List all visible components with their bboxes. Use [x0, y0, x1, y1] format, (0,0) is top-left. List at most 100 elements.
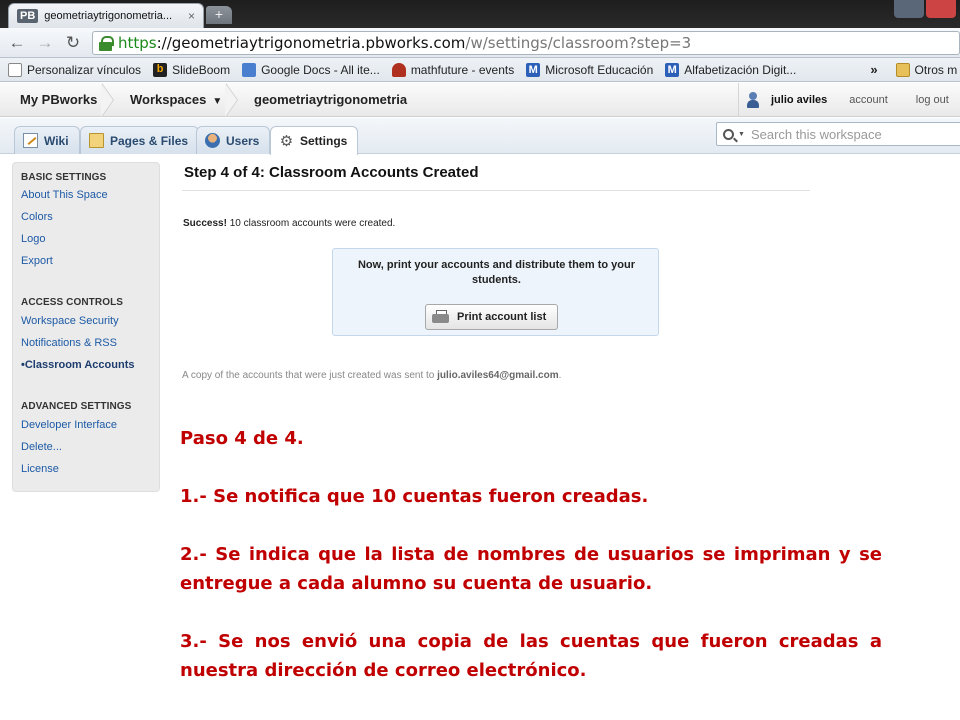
pbworks-favicon-icon: PB	[17, 9, 39, 23]
microsoft-icon: M	[526, 62, 541, 77]
settings-sidebar: BASIC SETTINGS About This Space Colors L…	[12, 162, 160, 492]
annotation-line-4: 3.- Se nos envió una copia de las cuenta…	[180, 631, 882, 681]
browser-navigation-bar: ← → ↻ https://geometriaytrigonometria.pb…	[0, 28, 960, 58]
close-window-button[interactable]	[926, 0, 956, 18]
browser-tab-strip: PB geometriaytrigonometria... × +	[0, 0, 960, 28]
url-path: /w/settings/classroom?step=3	[465, 34, 692, 52]
bookmark-label: Microsoft Educación	[545, 62, 654, 77]
sidebar-item-export[interactable]: Export	[21, 255, 53, 267]
username-link[interactable]: julio aviles	[771, 94, 827, 106]
sidebar-item-logo[interactable]: Logo	[21, 233, 45, 245]
bookmark-label: mathfuture - events	[410, 62, 515, 77]
copy-note-text: A copy of the accounts that were just cr…	[182, 370, 438, 381]
bookmark-label: Personalizar vínculos	[27, 62, 142, 77]
slideboom-icon: b	[153, 62, 168, 77]
sidebar-item-label: Classroom Accounts	[24, 359, 135, 371]
close-tab-icon[interactable]: ×	[188, 9, 195, 23]
copy-sent-note: A copy of the accounts that were just cr…	[182, 370, 561, 381]
bookmark-label: Alfabetización Digit...	[684, 62, 797, 77]
url-protocol: https	[118, 34, 157, 52]
bookmark-alfabetizacion[interactable]: M Alfabetización Digit...	[665, 62, 797, 77]
account-link[interactable]: account	[849, 94, 888, 106]
sidebar-item-classroom-accounts[interactable]: •Classroom Accounts	[21, 359, 134, 371]
bookmark-mathfuture[interactable]: mathfuture - events	[391, 62, 515, 77]
search-options-chevron-icon[interactable]: ▼	[738, 131, 745, 138]
tab-pages-files[interactable]: Pages & Files	[80, 126, 200, 154]
workspaces-dropdown[interactable]: Workspaces ▼	[130, 83, 222, 117]
minimize-window-button[interactable]	[894, 0, 924, 18]
user-icon	[747, 92, 759, 108]
other-bookmarks-folder[interactable]: Otros m	[895, 62, 957, 77]
tab-wiki[interactable]: Wiki	[14, 126, 80, 154]
sidebar-heading-access: ACCESS CONTROLS	[21, 297, 124, 308]
pbworks-header: My PBworks Workspaces ▼ geometriaytrigono…	[0, 83, 960, 117]
annotation-text: Paso 4 de 4. 1.- Se notifica que 10 cuen…	[180, 424, 882, 685]
notice-text: Now, print your accounts and distribute …	[357, 259, 636, 286]
bookmark-slideboom[interactable]: b SlideBoom	[153, 62, 231, 77]
sidebar-item-workspace-security[interactable]: Workspace Security	[21, 315, 119, 327]
page-title: Step 4 of 4: Classroom Accounts Created	[184, 164, 479, 181]
tab-users[interactable]: Users	[196, 126, 271, 154]
tab-label: Settings	[300, 134, 348, 148]
bookmark-microsoft-educacion[interactable]: M Microsoft Educación	[526, 62, 654, 77]
logout-link[interactable]: log out	[916, 94, 949, 106]
copy-note-suffix: .	[558, 370, 562, 381]
breadcrumb-separator	[101, 83, 114, 117]
copy-email: julio.aviles64@gmail.com	[437, 370, 559, 381]
workspace-name-link[interactable]: geometriaytrigonometria	[254, 83, 407, 117]
forward-arrow-icon[interactable]: →	[34, 33, 56, 53]
browser-tab[interactable]: PB geometriaytrigonometria... ×	[8, 3, 204, 28]
address-bar[interactable]: https://geometriaytrigonometria.pbworks.…	[92, 31, 960, 55]
print-button-label: Print account list	[457, 311, 547, 323]
new-tab-button[interactable]: +	[206, 6, 232, 24]
lock-icon	[99, 35, 114, 51]
sidebar-item-colors[interactable]: Colors	[21, 211, 53, 223]
title-divider	[182, 190, 810, 191]
printer-icon	[432, 310, 449, 324]
my-pbworks-link[interactable]: My PBworks	[20, 83, 97, 117]
success-text: 10 classroom accounts were created.	[226, 218, 396, 229]
bookmark-label: Google Docs - All ite...	[261, 62, 380, 77]
tab-label: Pages & Files	[110, 133, 189, 148]
tab-label: Users	[226, 133, 260, 148]
sidebar-item-delete[interactable]: Delete...	[21, 441, 62, 453]
user-menu: julio aviles account log out	[738, 83, 960, 117]
bookmarks-bar: Personalizar vínculos b SlideBoom Google…	[0, 58, 960, 82]
wiki-edit-icon	[23, 133, 38, 148]
folder-icon	[895, 62, 910, 77]
success-message: Success! 10 classroom accounts were crea…	[183, 218, 395, 229]
sidebar-heading-advanced: ADVANCED SETTINGS	[21, 401, 132, 412]
workspaces-label: Workspaces	[130, 92, 207, 107]
url-host: ://geometriaytrigonometria.pbworks.com	[156, 34, 466, 52]
workspace-tabs: Wiki Pages & Files Users ⚙ Settings ▼	[0, 118, 960, 155]
workspace-search[interactable]: ▼	[716, 122, 960, 146]
search-icon[interactable]	[723, 128, 734, 140]
sidebar-item-notifications[interactable]: Notifications & RSS	[21, 337, 117, 349]
search-input[interactable]	[750, 126, 941, 142]
gear-icon: ⚙	[279, 132, 294, 150]
sidebar-heading-basic: BASIC SETTINGS	[21, 172, 107, 183]
back-arrow-icon[interactable]: ←	[6, 33, 28, 53]
sidebar-item-about[interactable]: About This Space	[21, 189, 108, 201]
more-bookmarks-chevron-icon[interactable]: »	[870, 62, 877, 77]
google-docs-icon	[242, 62, 257, 77]
users-icon	[205, 133, 220, 148]
sidebar-item-license[interactable]: License	[21, 463, 59, 475]
sidebar-item-developer[interactable]: Developer Interface	[21, 419, 117, 431]
chevron-down-icon: ▼	[212, 96, 223, 107]
reload-icon[interactable]: ↻	[62, 33, 84, 53]
mathfuture-icon	[391, 62, 406, 77]
folder-icon	[89, 133, 104, 148]
tab-label: Wiki	[44, 133, 69, 148]
annotation-line-1: Paso 4 de 4.	[180, 428, 304, 449]
print-account-list-button[interactable]: Print account list	[425, 304, 558, 330]
bookmark-personalizar[interactable]: Personalizar vínculos	[8, 62, 142, 77]
tab-settings[interactable]: ⚙ Settings	[270, 126, 359, 155]
breadcrumb-separator	[225, 83, 238, 117]
success-label: Success!	[183, 218, 227, 229]
annotation-line-3: 2.- Se indica que la lista de nombres de…	[180, 544, 882, 594]
browser-tab-title: geometriaytrigonometria...	[44, 10, 173, 22]
page-icon	[8, 62, 22, 77]
bookmark-google-docs[interactable]: Google Docs - All ite...	[242, 62, 380, 77]
bookmark-label: SlideBoom	[172, 62, 231, 77]
